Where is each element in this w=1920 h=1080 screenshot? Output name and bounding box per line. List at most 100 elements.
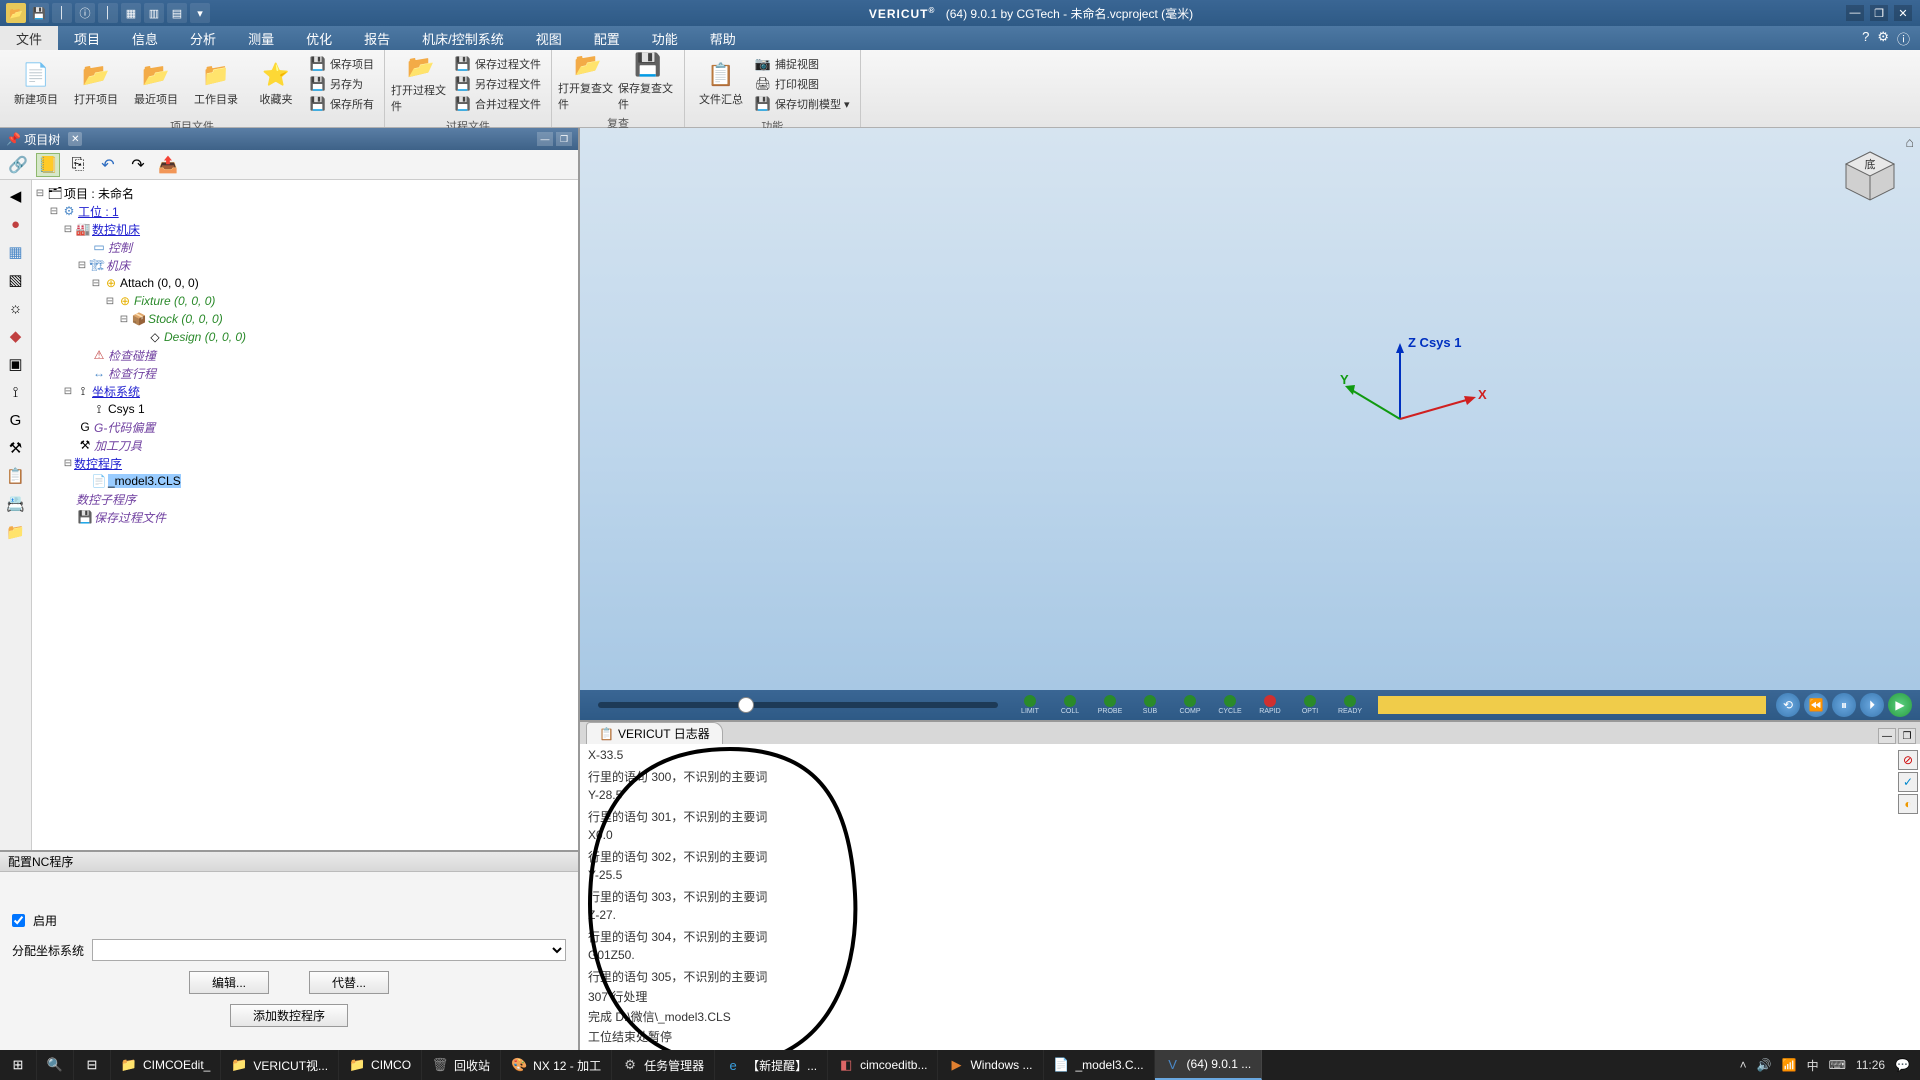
- subst-button[interactable]: 代替...: [309, 971, 389, 994]
- panel-max-icon[interactable]: ❐: [556, 132, 572, 146]
- si-7[interactable]: ▣: [4, 352, 28, 376]
- si-4[interactable]: ▧: [4, 268, 28, 292]
- tray-volume-icon[interactable]: 🔊: [1757, 1058, 1772, 1072]
- menu-machine[interactable]: 机床/控制系统: [406, 26, 520, 50]
- si-10[interactable]: ⚒: [4, 436, 28, 460]
- help-icon[interactable]: ?: [1862, 29, 1869, 48]
- pb-pause-button[interactable]: ⏸: [1832, 693, 1856, 717]
- taskbar-app[interactable]: ▶Windows ...: [938, 1050, 1043, 1080]
- tray-time[interactable]: 11:26: [1856, 1058, 1885, 1072]
- rb-save-review[interactable]: 💾保存复查文件: [618, 52, 678, 112]
- maximize-button[interactable]: ❐: [1870, 5, 1888, 21]
- si-8[interactable]: ⟟: [4, 380, 28, 404]
- rb-print-view[interactable]: 🖨打印视图: [755, 74, 850, 93]
- tb-copy-icon[interactable]: ⎘: [66, 153, 90, 177]
- qat-view1-icon[interactable]: ▦: [121, 3, 141, 23]
- tray-ime[interactable]: 中: [1807, 1057, 1819, 1074]
- si-1[interactable]: ◀: [4, 184, 28, 208]
- menu-file[interactable]: 文件: [0, 26, 58, 50]
- progress-bar[interactable]: [1378, 696, 1766, 714]
- rb-save-cut-model[interactable]: 💾保存切削模型 ▾: [755, 94, 850, 113]
- tree-close-icon[interactable]: ✕: [68, 132, 82, 146]
- add-nc-button[interactable]: 添加数控程序: [230, 1004, 348, 1027]
- si-11[interactable]: 📋: [4, 464, 28, 488]
- si-3[interactable]: ▦: [4, 240, 28, 264]
- qat-info-icon[interactable]: ⓘ: [75, 3, 95, 23]
- search-button[interactable]: 🔍: [37, 1050, 74, 1080]
- tb-link-icon[interactable]: 🔗: [6, 153, 30, 177]
- view-cube[interactable]: 底: [1840, 146, 1900, 206]
- tray-chevron-icon[interactable]: ˄: [1740, 1058, 1747, 1072]
- si-5[interactable]: ☼: [4, 296, 28, 320]
- rb-save-as[interactable]: 💾另存为: [310, 74, 374, 93]
- taskbar-app[interactable]: 🎨NX 12 - 加工: [501, 1050, 612, 1080]
- qat-dropdown-icon[interactable]: ▾: [190, 3, 210, 23]
- rb-save-ip[interactable]: 💾保存过程文件: [455, 54, 541, 73]
- tb-undo-icon[interactable]: ↶: [96, 153, 120, 177]
- tray-keyboard-icon[interactable]: ⌨: [1829, 1058, 1846, 1072]
- project-tree[interactable]: ⊟🗂项目 : 未命名 ⊟⚙工位 : 1 ⊟🏭数控机床 ▭控制 ⊟🏗机床 ⊟⊕At…: [32, 180, 578, 850]
- rb-open-ip[interactable]: 📂打开过程文件: [391, 54, 451, 114]
- csys-select[interactable]: [92, 939, 566, 961]
- tray-notif-icon[interactable]: 💬: [1895, 1058, 1910, 1072]
- menu-optimize[interactable]: 优化: [290, 26, 348, 50]
- qat-save-icon[interactable]: 💾: [29, 3, 49, 23]
- rb-new-project[interactable]: 📄新建项目: [6, 54, 66, 114]
- qat-open-icon[interactable]: 📂: [6, 3, 26, 23]
- enable-checkbox[interactable]: [12, 914, 25, 927]
- speed-slider[interactable]: [598, 702, 998, 708]
- log-min-icon[interactable]: —: [1878, 728, 1896, 744]
- rb-saveas-ip[interactable]: 💾另存过程文件: [455, 74, 541, 93]
- rb-work-dir[interactable]: 📁工作目录: [186, 54, 246, 114]
- rb-merge-ip[interactable]: 💾合并过程文件: [455, 94, 541, 113]
- taskbar-app[interactable]: V(64) 9.0.1 ...: [1155, 1050, 1263, 1080]
- log-body[interactable]: X-33.5 行里的语句 300，不识别的主要词 Y-28.5 行里的语句 30…: [580, 744, 1920, 1050]
- qat-view3-icon[interactable]: ▤: [167, 3, 187, 23]
- menu-report[interactable]: 报告: [348, 26, 406, 50]
- menu-config[interactable]: 配置: [578, 26, 636, 50]
- rb-save-all[interactable]: 💾保存所有: [310, 94, 374, 113]
- taskbar-app[interactable]: 📁CIMCOEdit_: [111, 1050, 221, 1080]
- si-2[interactable]: ●: [4, 212, 28, 236]
- rb-favorites[interactable]: ⭐收藏夹: [246, 54, 306, 114]
- pb-step-button[interactable]: ⏵: [1860, 693, 1884, 717]
- qat-view2-icon[interactable]: ▥: [144, 3, 164, 23]
- rb-file-summary[interactable]: 📋文件汇总: [691, 54, 751, 114]
- si-6[interactable]: ◆: [4, 324, 28, 348]
- si-9[interactable]: G: [4, 408, 28, 432]
- close-button[interactable]: ✕: [1894, 5, 1912, 21]
- tb-export-icon[interactable]: 📤: [156, 153, 180, 177]
- taskbar-app[interactable]: 📄_model3.C...: [1044, 1050, 1155, 1080]
- menu-measure[interactable]: 测量: [232, 26, 290, 50]
- menu-view[interactable]: 视图: [520, 26, 578, 50]
- minimize-button[interactable]: —: [1846, 5, 1864, 21]
- rb-capture-view[interactable]: 📷捕捉视图: [755, 54, 850, 73]
- pb-reset-button[interactable]: ⟲: [1776, 693, 1800, 717]
- home-icon[interactable]: ⌂: [1906, 134, 1914, 150]
- menu-function[interactable]: 功能: [636, 26, 694, 50]
- si-13[interactable]: 📁: [4, 520, 28, 544]
- taskbar-app[interactable]: ⚙任务管理器: [612, 1050, 715, 1080]
- rb-open-review[interactable]: 📂打开复查文件: [558, 52, 618, 112]
- gear-icon[interactable]: ⚙: [1877, 29, 1889, 48]
- edit-button[interactable]: 编辑...: [189, 971, 269, 994]
- menu-analyze[interactable]: 分析: [174, 26, 232, 50]
- taskbar-app[interactable]: e【新提醒】...: [715, 1050, 828, 1080]
- start-button[interactable]: ⊞: [0, 1050, 37, 1080]
- menu-info[interactable]: 信息: [116, 26, 174, 50]
- tray-wifi-icon[interactable]: 📶: [1782, 1058, 1797, 1072]
- tb-notes-icon[interactable]: 📒: [36, 153, 60, 177]
- pb-play-button[interactable]: ▶: [1888, 693, 1912, 717]
- rb-recent-project[interactable]: 📂最近项目: [126, 54, 186, 114]
- taskbar-app[interactable]: 📁CIMCO: [339, 1050, 422, 1080]
- info2-icon[interactable]: ⓘ: [1897, 29, 1910, 48]
- 3d-viewport[interactable]: ⌂ 底 Z Csys 1 X: [580, 128, 1920, 690]
- taskbar-app[interactable]: 🗑回收站: [422, 1050, 501, 1080]
- pb-rewind-button[interactable]: ⏪: [1804, 693, 1828, 717]
- rb-open-project[interactable]: 📂打开项目: [66, 54, 126, 114]
- panel-min-icon[interactable]: —: [537, 132, 553, 146]
- taskbar-app[interactable]: ◧cimcoeditb...: [828, 1050, 938, 1080]
- menu-help[interactable]: 帮助: [694, 26, 752, 50]
- taskbar-app[interactable]: 📁VERICUT视...: [221, 1050, 339, 1080]
- tb-redo-icon[interactable]: ↷: [126, 153, 150, 177]
